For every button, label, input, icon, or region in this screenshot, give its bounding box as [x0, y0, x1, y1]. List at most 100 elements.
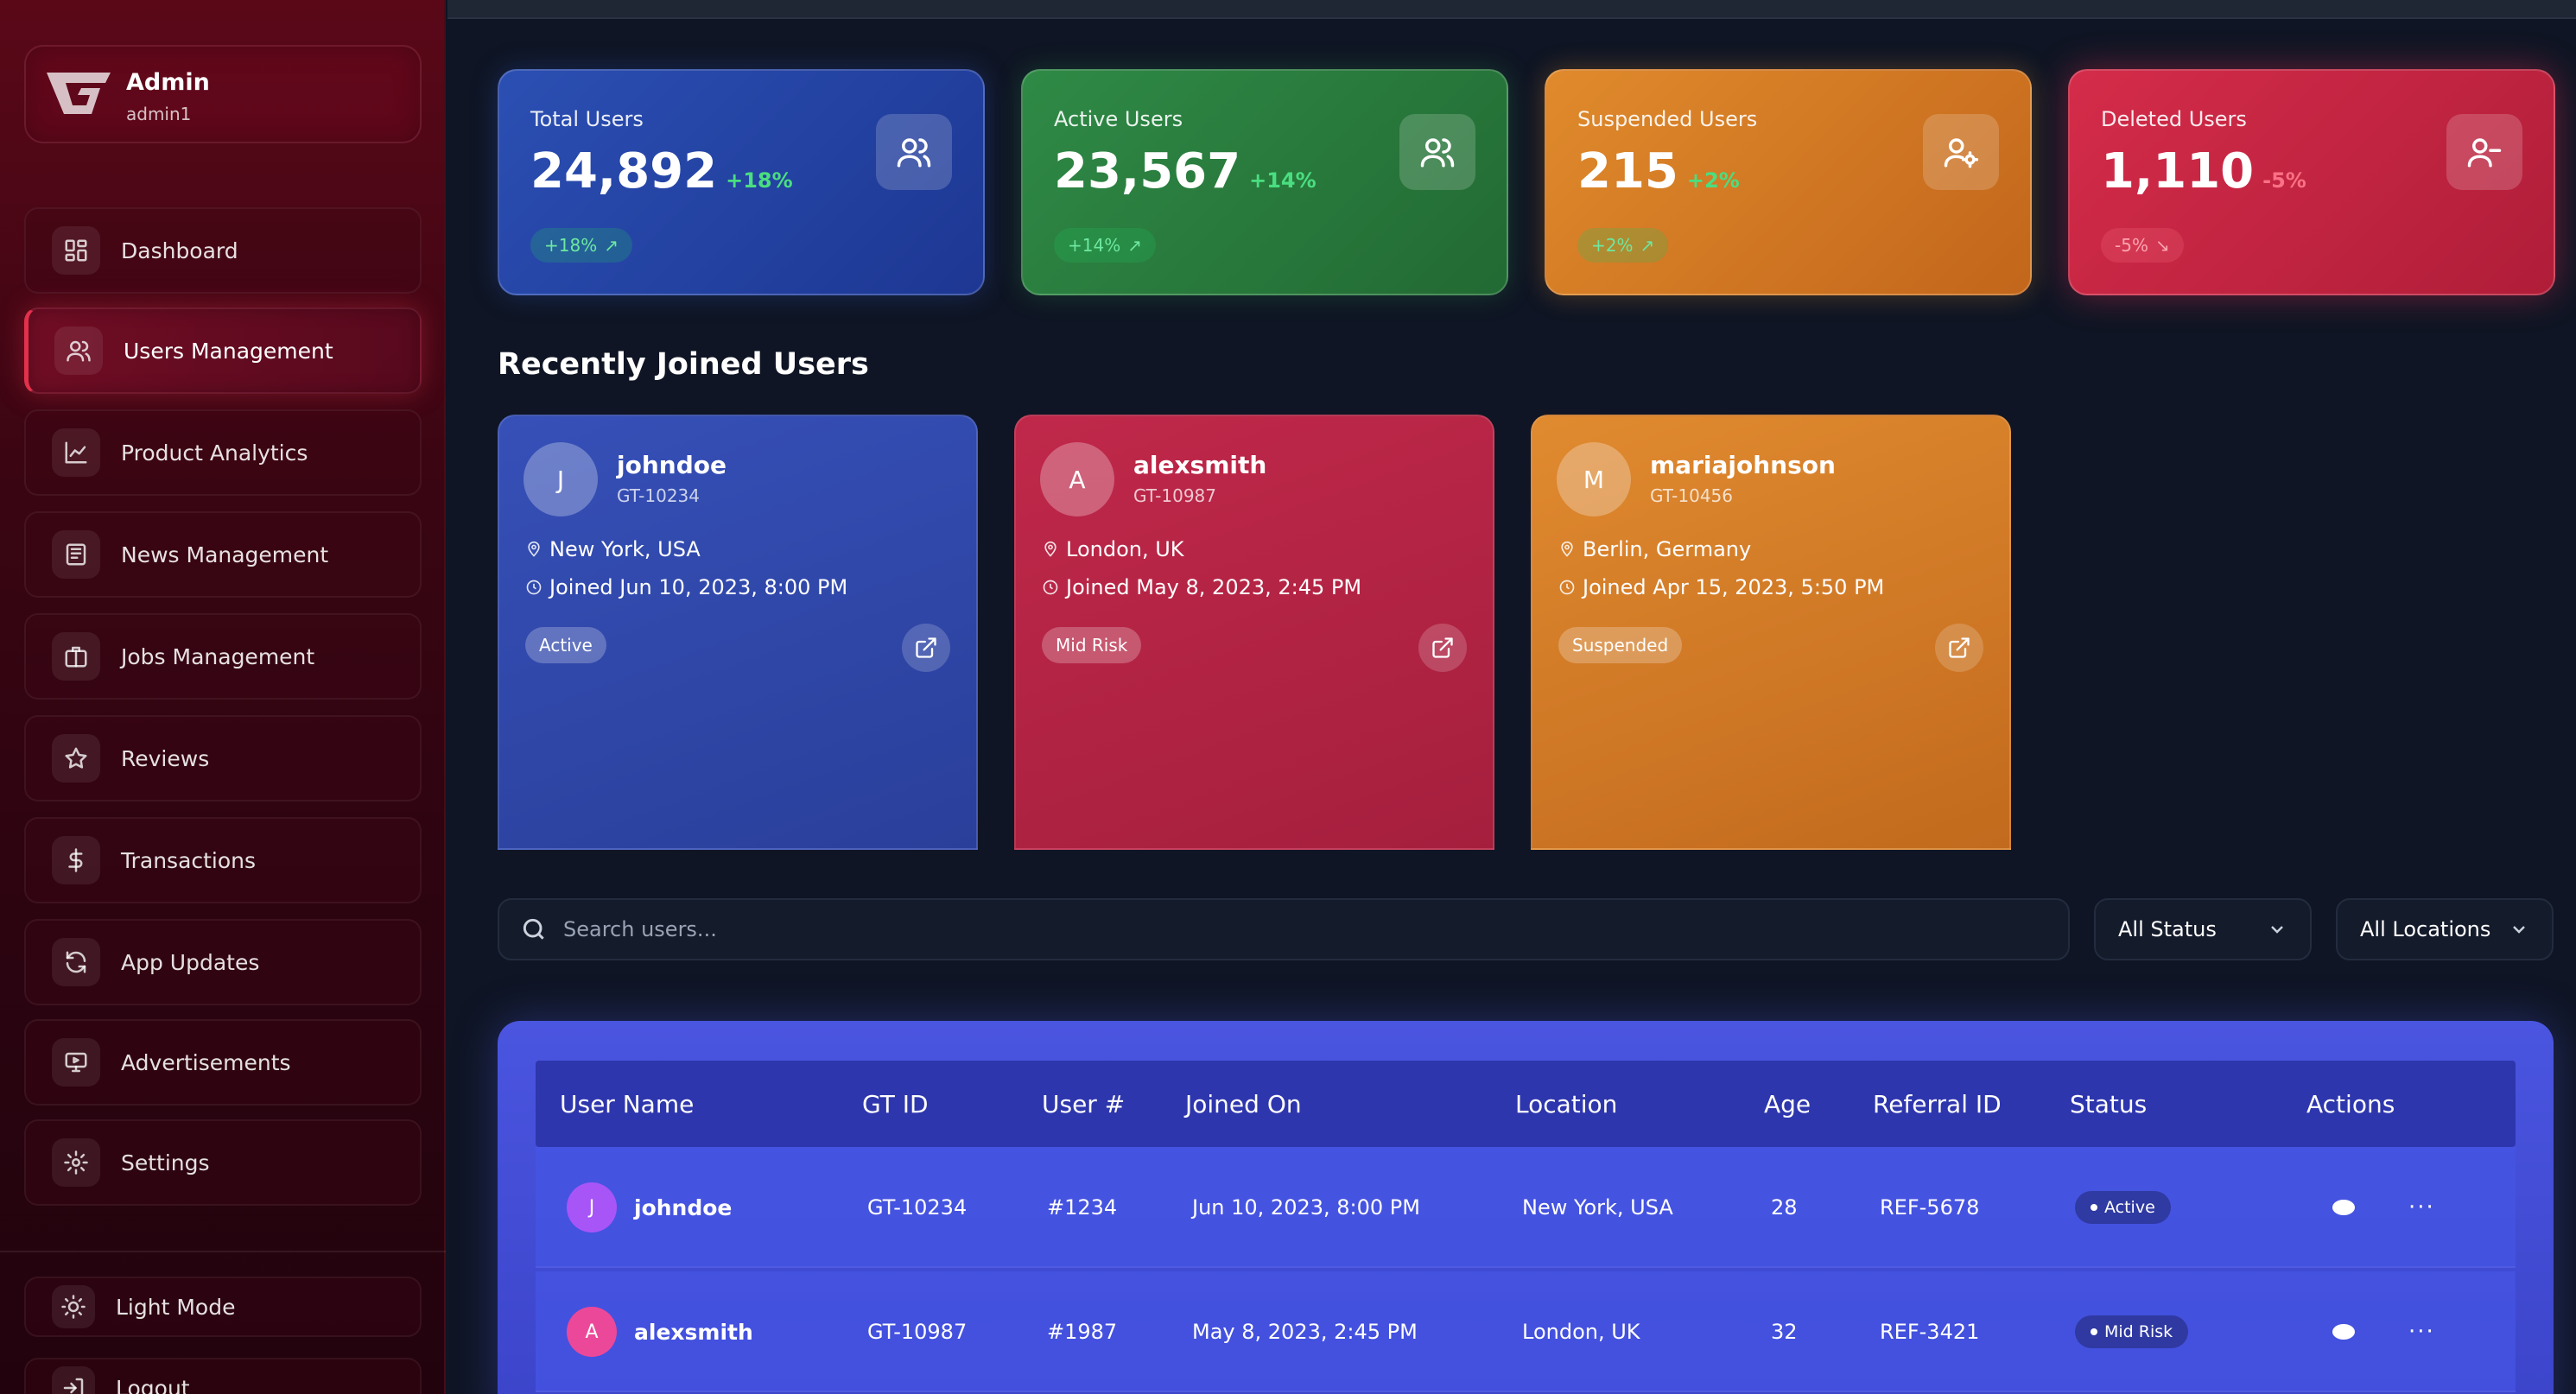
avatar: A — [567, 1307, 617, 1357]
recent-user-card[interactable]: A alexsmith GT-10987 London, UK Joined M… — [1014, 415, 1494, 850]
light-mode-toggle[interactable]: Light Mode — [24, 1277, 422, 1337]
cell-user-name: J johndoe — [567, 1147, 732, 1268]
status-filter-dropdown[interactable]: All Status — [2094, 898, 2312, 960]
location-filter-dropdown[interactable]: All Locations — [2336, 898, 2554, 960]
stat-number: 215 — [1577, 143, 1678, 200]
column-header-user-name[interactable]: User Name — [560, 1061, 694, 1147]
trending-down-icon: ↘ — [2154, 235, 2170, 256]
recent-user-name: mariajohnson — [1650, 451, 1836, 479]
joined-text: Joined Jun 10, 2023, 8:00 PM — [549, 575, 848, 599]
open-external-button[interactable] — [902, 624, 950, 672]
sidebar-item-settings[interactable]: Settings — [24, 1119, 422, 1206]
sidebar-item-label: News Management — [121, 542, 329, 567]
more-options-icon[interactable]: ··· — [2408, 1194, 2435, 1220]
search-icon — [523, 918, 544, 940]
clock-icon — [526, 580, 542, 595]
cell-status: Active — [2075, 1147, 2171, 1268]
users-icon — [1399, 114, 1475, 190]
top-bar — [447, 0, 2576, 19]
column-header-age[interactable]: Age — [1764, 1061, 1811, 1147]
sidebar-item-app-updates[interactable]: App Updates — [24, 919, 422, 1005]
map-pin-icon — [528, 541, 540, 557]
sidebar-item-advertisements[interactable]: Advertisements — [24, 1019, 422, 1106]
user-minus-icon — [2446, 114, 2522, 190]
sidebar-item-news-management[interactable]: News Management — [24, 511, 422, 598]
external-link-icon — [916, 637, 936, 658]
recent-user-card[interactable]: J johndoe GT-10234 New York, USA Joined … — [498, 415, 978, 850]
stat-trend-pill: +14% ↗ — [1054, 228, 1156, 263]
stat-value: 23,567 +14% — [1054, 143, 1317, 200]
eye-icon[interactable] — [2332, 1324, 2355, 1340]
profile-card[interactable]: Admin admin1 — [24, 45, 422, 143]
star-icon — [52, 734, 100, 783]
column-header-user-number[interactable]: User # — [1042, 1061, 1125, 1147]
briefcase-icon — [52, 632, 100, 681]
recent-user-joined: Joined Apr 15, 2023, 5:50 PM — [1558, 575, 1884, 599]
logout-button[interactable]: Logout — [24, 1358, 422, 1394]
trending-up-icon: ↗ — [1640, 235, 1655, 256]
users-table: User Name GT ID User # Joined On Locatio… — [498, 1021, 2554, 1394]
location-text: London, UK — [1066, 537, 1184, 561]
status-badge: Mid Risk — [1042, 627, 1142, 663]
recent-user-joined: Joined May 8, 2023, 2:45 PM — [1042, 575, 1361, 599]
status-dot — [2091, 1204, 2097, 1211]
stat-pill-text: +18% — [544, 235, 598, 256]
sidebar-item-label: App Updates — [121, 949, 260, 975]
sidebar-item-product-analytics[interactable]: Product Analytics — [24, 409, 422, 496]
more-options-icon[interactable]: ··· — [2408, 1319, 2435, 1345]
open-external-button[interactable] — [1418, 624, 1467, 672]
stat-trend-pill: +2% ↗ — [1577, 228, 1669, 263]
status-badge: Mid Risk — [2075, 1315, 2189, 1348]
cell-actions: ··· — [2332, 1147, 2435, 1268]
stat-value: 24,892 +18% — [530, 143, 793, 200]
open-external-button[interactable] — [1935, 624, 1983, 672]
eye-icon[interactable] — [2332, 1200, 2355, 1215]
row-user-name: johndoe — [634, 1194, 733, 1220]
stat-card-total-users[interactable]: Total Users 24,892 +18% +18% ↗ — [498, 69, 985, 295]
recent-user-name: alexsmith — [1133, 451, 1267, 479]
stat-number: 1,110 — [2101, 143, 2255, 200]
column-header-joined-on[interactable]: Joined On — [1185, 1061, 1302, 1147]
table-row[interactable]: J johndoe GT-10234 #1234 Jun 10, 2023, 8… — [536, 1147, 2516, 1268]
external-link-icon — [1432, 637, 1453, 658]
cell-referral-id: REF-3421 — [1880, 1320, 1980, 1344]
stat-card-deleted-users[interactable]: Deleted Users 1,110 -5% -5% ↘ — [2068, 69, 2555, 295]
search-input[interactable] — [563, 917, 1945, 941]
joined-text: Joined Apr 15, 2023, 5:50 PM — [1583, 575, 1885, 599]
sidebar-divider — [0, 1251, 446, 1252]
stat-card-suspended-users[interactable]: Suspended Users 215 +2% +2% ↗ — [1545, 69, 2032, 295]
table-row[interactable]: A alexsmith GT-10987 #1987 May 8, 2023, … — [536, 1271, 2516, 1392]
sidebar-item-users-management[interactable]: Users Management — [24, 307, 422, 394]
row-user-name: alexsmith — [634, 1319, 753, 1345]
chevron-down-icon — [2513, 926, 2525, 934]
sidebar-item-jobs-management[interactable]: Jobs Management — [24, 613, 422, 700]
status-text: Active — [2104, 1198, 2155, 1217]
cell-location: New York, USA — [1522, 1195, 1673, 1220]
column-header-status[interactable]: Status — [2070, 1061, 2147, 1147]
recent-user-joined: Joined Jun 10, 2023, 8:00 PM — [525, 575, 847, 599]
cell-age: 28 — [1771, 1195, 1798, 1220]
table-header: User Name GT ID User # Joined On Locatio… — [536, 1061, 2516, 1147]
sidebar-item-reviews[interactable]: Reviews — [24, 715, 422, 802]
cell-location: London, UK — [1522, 1320, 1640, 1344]
users-icon — [876, 114, 952, 190]
column-header-location[interactable]: Location — [1515, 1061, 1617, 1147]
sidebar: Admin admin1 Dashboard Users Management … — [0, 0, 446, 1394]
stat-pill-text: +14% — [1068, 235, 1121, 256]
column-header-referral-id[interactable]: Referral ID — [1873, 1061, 2002, 1147]
sun-icon — [52, 1285, 95, 1328]
status-badge: Active — [525, 627, 606, 663]
monitor-icon — [52, 1038, 100, 1087]
search-bar[interactable] — [498, 898, 2070, 960]
cell-gt-id: GT-10987 — [867, 1320, 968, 1344]
sidebar-item-label: Advertisements — [121, 1049, 291, 1075]
recent-user-card[interactable]: M mariajohnson GT-10456 Berlin, Germany … — [1531, 415, 2011, 850]
stat-card-active-users[interactable]: Active Users 23,567 +14% +14% ↗ — [1021, 69, 1508, 295]
cell-actions: ··· — [2332, 1271, 2435, 1392]
clock-icon — [1043, 580, 1058, 595]
recent-user-name: johndoe — [617, 451, 726, 479]
column-header-gt-id[interactable]: GT ID — [862, 1061, 929, 1147]
user-gear-icon — [1923, 114, 1999, 190]
sidebar-item-dashboard[interactable]: Dashboard — [24, 207, 422, 294]
sidebar-item-transactions[interactable]: Transactions — [24, 817, 422, 903]
